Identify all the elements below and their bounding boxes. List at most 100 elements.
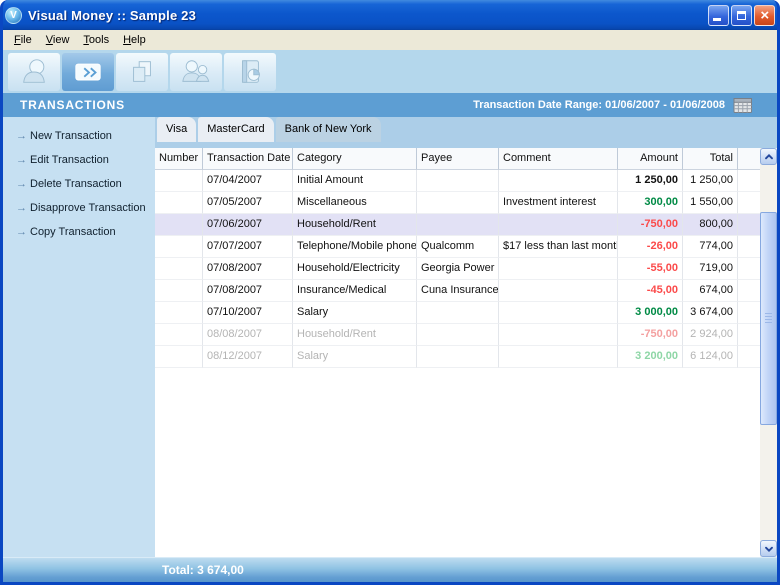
app-logo-icon: V — [5, 7, 22, 24]
documents-icon — [127, 57, 157, 87]
cell-date: 07/07/2007 — [203, 236, 293, 258]
table-row[interactable]: 07/05/2007MiscellaneousInvestment intere… — [155, 192, 760, 214]
sidebar-item-label: Disapprove Transaction — [30, 202, 146, 214]
cell-filler — [738, 346, 760, 368]
arrow-right-icon: → — [16, 130, 30, 142]
menu-item-view[interactable]: View — [39, 32, 77, 48]
title-bar[interactable]: V Visual Money :: Sample 23 — [0, 0, 780, 30]
sidebar-item-delete-transaction[interactable]: →Delete Transaction — [3, 172, 155, 196]
cell-category: Initial Amount — [293, 170, 417, 192]
scroll-up-button[interactable] — [760, 148, 777, 165]
close-button[interactable] — [754, 5, 775, 26]
table-row[interactable]: 07/08/2007Household/ElectricityGeorgia P… — [155, 258, 760, 280]
column-header-number[interactable]: Number — [155, 148, 203, 170]
toolbar-button-accounts[interactable] — [8, 53, 60, 91]
cell-payee — [417, 192, 499, 214]
users-icon — [181, 57, 211, 87]
cell-payee — [417, 170, 499, 192]
table-header: NumberTransaction DateCategoryPayeeComme… — [155, 148, 760, 170]
column-header-total[interactable]: Total — [683, 148, 738, 170]
calendar-icon[interactable] — [733, 96, 753, 114]
cell-category: Household/Electricity — [293, 258, 417, 280]
cell-category: Household/Rent — [293, 214, 417, 236]
cell-comment — [499, 324, 618, 346]
app-window: V Visual Money :: Sample 23 FileViewTool… — [0, 0, 780, 585]
cell-number — [155, 280, 203, 302]
cell-total: 674,00 — [683, 280, 738, 302]
toolbar-button-transactions[interactable] — [62, 53, 114, 91]
transactions-icon — [73, 57, 103, 87]
cell-category: Insurance/Medical — [293, 280, 417, 302]
table-row[interactable]: 07/04/2007Initial Amount1 250,001 250,00 — [155, 170, 760, 192]
cell-filler — [738, 170, 760, 192]
table-row[interactable]: 08/12/2007Salary3 200,006 124,00 — [155, 346, 760, 368]
cell-payee — [417, 324, 499, 346]
cell-number — [155, 170, 203, 192]
cell-total: 2 924,00 — [683, 324, 738, 346]
table-row[interactable]: 07/10/2007Salary3 000,003 674,00 — [155, 302, 760, 324]
user-icon — [19, 57, 49, 87]
vertical-scrollbar[interactable] — [760, 148, 777, 557]
menu-item-file[interactable]: File — [7, 32, 39, 48]
cell-number — [155, 302, 203, 324]
cell-amount: -26,00 — [618, 236, 683, 258]
column-header-category[interactable]: Category — [293, 148, 417, 170]
menu-item-tools[interactable]: Tools — [76, 32, 116, 48]
cell-total: 719,00 — [683, 258, 738, 280]
cell-total: 6 124,00 — [683, 346, 738, 368]
column-header-payee[interactable]: Payee — [417, 148, 499, 170]
sidebar-item-label: Delete Transaction — [30, 178, 122, 190]
table-row[interactable]: 07/06/2007Household/Rent-750,00800,00 — [155, 214, 760, 236]
window-title: Visual Money :: Sample 23 — [28, 8, 196, 23]
minimize-button[interactable] — [708, 5, 729, 26]
cell-payee: Georgia Power — [417, 258, 499, 280]
table-row[interactable]: 08/08/2007Household/Rent-750,002 924,00 — [155, 324, 760, 346]
cell-number — [155, 324, 203, 346]
cell-filler — [738, 258, 760, 280]
menu-item-help[interactable]: Help — [116, 32, 153, 48]
sidebar-item-disapprove-transaction[interactable]: →Disapprove Transaction — [3, 196, 155, 220]
cell-number — [155, 214, 203, 236]
column-header-comment[interactable]: Comment — [499, 148, 618, 170]
column-header-filler — [738, 148, 760, 170]
window-controls — [708, 5, 775, 26]
chevron-down-icon — [763, 543, 775, 555]
cell-payee — [417, 214, 499, 236]
maximize-button[interactable] — [731, 5, 752, 26]
cell-date: 07/06/2007 — [203, 214, 293, 236]
scrollbar-thumb[interactable] — [760, 212, 777, 425]
cell-number — [155, 258, 203, 280]
table-row[interactable]: 07/08/2007Insurance/MedicalCuna Insuranc… — [155, 280, 760, 302]
cell-total: 1 250,00 — [683, 170, 738, 192]
cell-amount: -750,00 — [618, 324, 683, 346]
toolbar-button-reports[interactable] — [224, 53, 276, 91]
toolbar-button-payees[interactable] — [170, 53, 222, 91]
cell-payee: Qualcomm — [417, 236, 499, 258]
sidebar: →New Transaction→Edit Transaction→Delete… — [3, 117, 155, 557]
cell-date: 07/04/2007 — [203, 170, 293, 192]
maximize-icon — [737, 11, 746, 20]
sidebar-item-new-transaction[interactable]: →New Transaction — [3, 124, 155, 148]
table-body: 07/04/2007Initial Amount1 250,001 250,00… — [155, 170, 760, 557]
scroll-down-button[interactable] — [760, 540, 777, 557]
cell-total: 800,00 — [683, 214, 738, 236]
arrow-right-icon: → — [16, 226, 30, 238]
cell-date: 07/05/2007 — [203, 192, 293, 214]
sidebar-item-edit-transaction[interactable]: →Edit Transaction — [3, 148, 155, 172]
cell-category: Miscellaneous — [293, 192, 417, 214]
column-header-amount[interactable]: Amount — [618, 148, 683, 170]
cell-payee — [417, 302, 499, 324]
column-header-transaction-date[interactable]: Transaction Date — [203, 148, 293, 170]
sidebar-item-label: Edit Transaction — [30, 154, 109, 166]
table-row[interactable]: 07/07/2007Telephone/Mobile phoneQualcomm… — [155, 236, 760, 258]
tab-mastercard[interactable]: MasterCard — [198, 117, 273, 142]
page-title: TRANSACTIONS — [3, 98, 125, 112]
tab-visa[interactable]: Visa — [157, 117, 196, 142]
sidebar-item-copy-transaction[interactable]: →Copy Transaction — [3, 220, 155, 244]
cell-amount: -55,00 — [618, 258, 683, 280]
cell-comment — [499, 214, 618, 236]
transactions-table: NumberTransaction DateCategoryPayeeComme… — [155, 148, 777, 557]
tab-bank-of-new-york[interactable]: Bank of New York — [276, 117, 381, 142]
toolbar-button-copy[interactable] — [116, 53, 168, 91]
cell-date: 07/10/2007 — [203, 302, 293, 324]
